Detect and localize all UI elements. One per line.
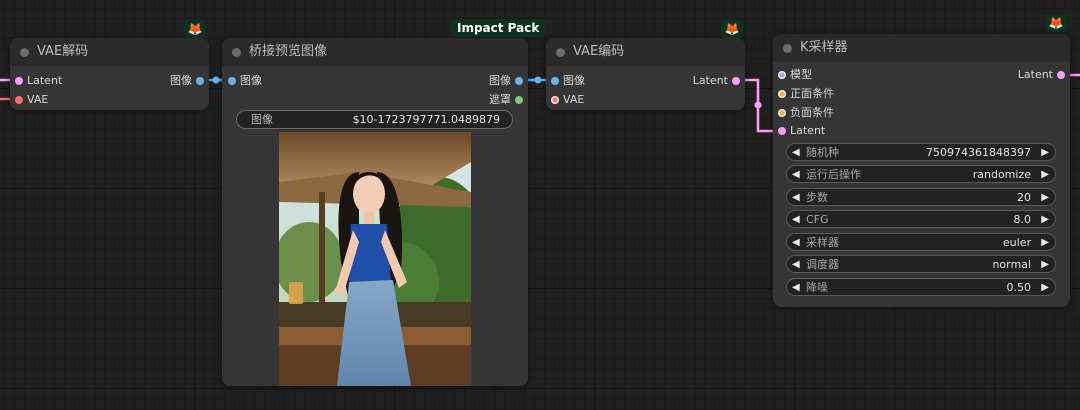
image-name-field[interactable]: 图像 $10-1723797771.0489879 — [236, 110, 513, 129]
latent-input-dot[interactable] — [15, 77, 23, 85]
image-input-dot[interactable] — [228, 77, 236, 85]
mask-output-dot[interactable] — [515, 96, 523, 104]
collapse-dot[interactable] — [232, 48, 241, 57]
fox-icon: 🦊 — [721, 20, 743, 38]
output-latent[interactable]: Latent — [1018, 68, 1065, 82]
output-image[interactable]: 图像 — [170, 74, 204, 88]
scheduler-widget[interactable]: ◀ 调度器 normal ▶ — [786, 255, 1056, 273]
decrement-arrow-icon[interactable]: ◀ — [792, 211, 800, 229]
bridge-preview-title[interactable]: 桥接预览图像 — [222, 38, 528, 66]
ksampler-title[interactable]: K采样器 — [773, 34, 1070, 62]
preview-photo-illustration — [279, 132, 471, 386]
denoise-widget[interactable]: ◀ 降噪 0.50 ▶ — [786, 278, 1056, 296]
collapse-dot[interactable] — [20, 48, 29, 57]
latent-output-dot[interactable] — [732, 77, 740, 85]
collapse-dot[interactable] — [783, 44, 792, 53]
decrement-arrow-icon[interactable]: ◀ — [792, 234, 800, 252]
increment-arrow-icon[interactable]: ▶ — [1041, 144, 1049, 162]
input-latent[interactable]: Latent — [778, 124, 825, 138]
node-graph-canvas[interactable]: VAE解码 Latent VAE 图像 🦊 桥接预览图像 图像 图像 遮罩 Im… — [0, 0, 1080, 410]
output-mask[interactable]: 遮罩 — [489, 93, 523, 107]
vae-encode-title[interactable]: VAE编码 — [546, 38, 745, 66]
steps-widget[interactable]: ◀ 步数 20 ▶ — [786, 188, 1056, 206]
sampler-widget[interactable]: ◀ 采样器 euler ▶ — [786, 233, 1056, 251]
negative-input-dot[interactable] — [778, 109, 786, 117]
input-latent[interactable]: Latent — [15, 74, 62, 88]
increment-arrow-icon[interactable]: ▶ — [1041, 166, 1049, 184]
increment-arrow-icon[interactable]: ▶ — [1041, 234, 1049, 252]
increment-arrow-icon[interactable]: ▶ — [1041, 211, 1049, 229]
input-image[interactable]: 图像 — [551, 74, 585, 88]
ksampler-node[interactable]: K采样器 模型 正面条件 负面条件 Latent Latent ◀ 随机种 75… — [773, 34, 1070, 307]
preview-image[interactable] — [279, 132, 471, 386]
increment-arrow-icon[interactable]: ▶ — [1041, 256, 1049, 274]
input-negative[interactable]: 负面条件 — [778, 106, 834, 120]
decrement-arrow-icon[interactable]: ◀ — [792, 144, 800, 162]
vae-encode-node[interactable]: VAE编码 图像 VAE Latent — [546, 38, 745, 110]
decrement-arrow-icon[interactable]: ◀ — [792, 166, 800, 184]
fox-icon: 🦊 — [1045, 14, 1067, 32]
decrement-arrow-icon[interactable]: ◀ — [792, 279, 800, 297]
fox-icon: 🦊 — [184, 20, 206, 38]
positive-input-dot[interactable] — [778, 90, 786, 98]
collapse-dot[interactable] — [556, 48, 565, 57]
image-output-dot[interactable] — [515, 77, 523, 85]
vae-decode-title[interactable]: VAE解码 — [10, 38, 209, 66]
output-image[interactable]: 图像 — [489, 74, 523, 88]
input-vae[interactable]: VAE — [551, 93, 584, 107]
input-vae[interactable]: VAE — [15, 93, 48, 107]
input-positive[interactable]: 正面条件 — [778, 87, 834, 101]
impact-pack-badge: Impact Pack — [451, 19, 546, 37]
cfg-widget[interactable]: ◀ CFG 8.0 ▶ — [786, 210, 1056, 228]
input-model[interactable]: 模型 — [778, 68, 812, 82]
vae-input-dot[interactable] — [551, 96, 559, 104]
increment-arrow-icon[interactable]: ▶ — [1041, 189, 1049, 207]
seed-widget[interactable]: ◀ 随机种 750974361848397 ▶ — [786, 143, 1056, 161]
latent-output-dot[interactable] — [1057, 71, 1065, 79]
output-latent[interactable]: Latent — [693, 74, 740, 88]
image-output-dot[interactable] — [196, 77, 204, 85]
model-input-dot[interactable] — [778, 71, 786, 79]
vae-decode-node[interactable]: VAE解码 Latent VAE 图像 — [10, 38, 209, 110]
vae-input-dot[interactable] — [15, 96, 23, 104]
input-image[interactable]: 图像 — [228, 74, 262, 88]
image-input-dot[interactable] — [551, 77, 559, 85]
decrement-arrow-icon[interactable]: ◀ — [792, 189, 800, 207]
latent-input-dot[interactable] — [778, 127, 786, 135]
decrement-arrow-icon[interactable]: ◀ — [792, 256, 800, 274]
control-after-generate-widget[interactable]: ◀ 运行后操作 randomize ▶ — [786, 165, 1056, 183]
increment-arrow-icon[interactable]: ▶ — [1041, 279, 1049, 297]
